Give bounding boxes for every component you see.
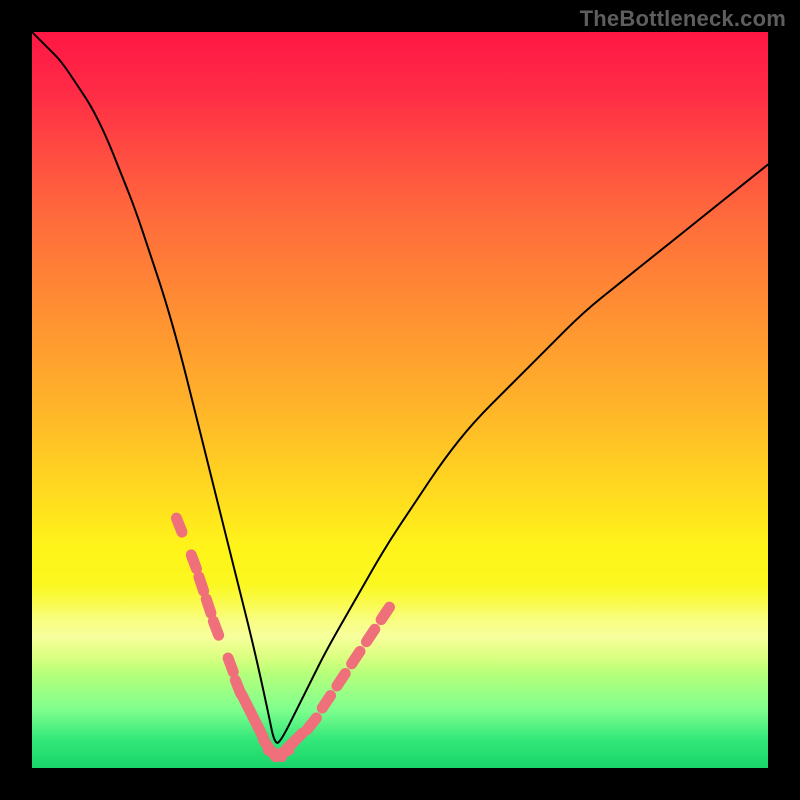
bottleneck-curve-path (32, 32, 768, 743)
curve-marker (206, 614, 225, 642)
curve-marker (169, 511, 189, 539)
curve-marker (329, 666, 353, 694)
chart-frame: TheBottleneck.com (0, 0, 800, 800)
curve-marker (374, 600, 398, 628)
plot-area (32, 32, 768, 768)
curve-group (32, 32, 768, 743)
curve-marker (299, 710, 324, 737)
curve-marker (199, 592, 218, 620)
watermark-text: TheBottleneck.com (580, 6, 786, 32)
chart-svg (32, 32, 768, 768)
curve-marker (344, 644, 368, 672)
curve-marker (221, 651, 240, 679)
curve-marker (315, 688, 339, 716)
curve-marker (359, 622, 383, 650)
markers-group (169, 511, 397, 764)
